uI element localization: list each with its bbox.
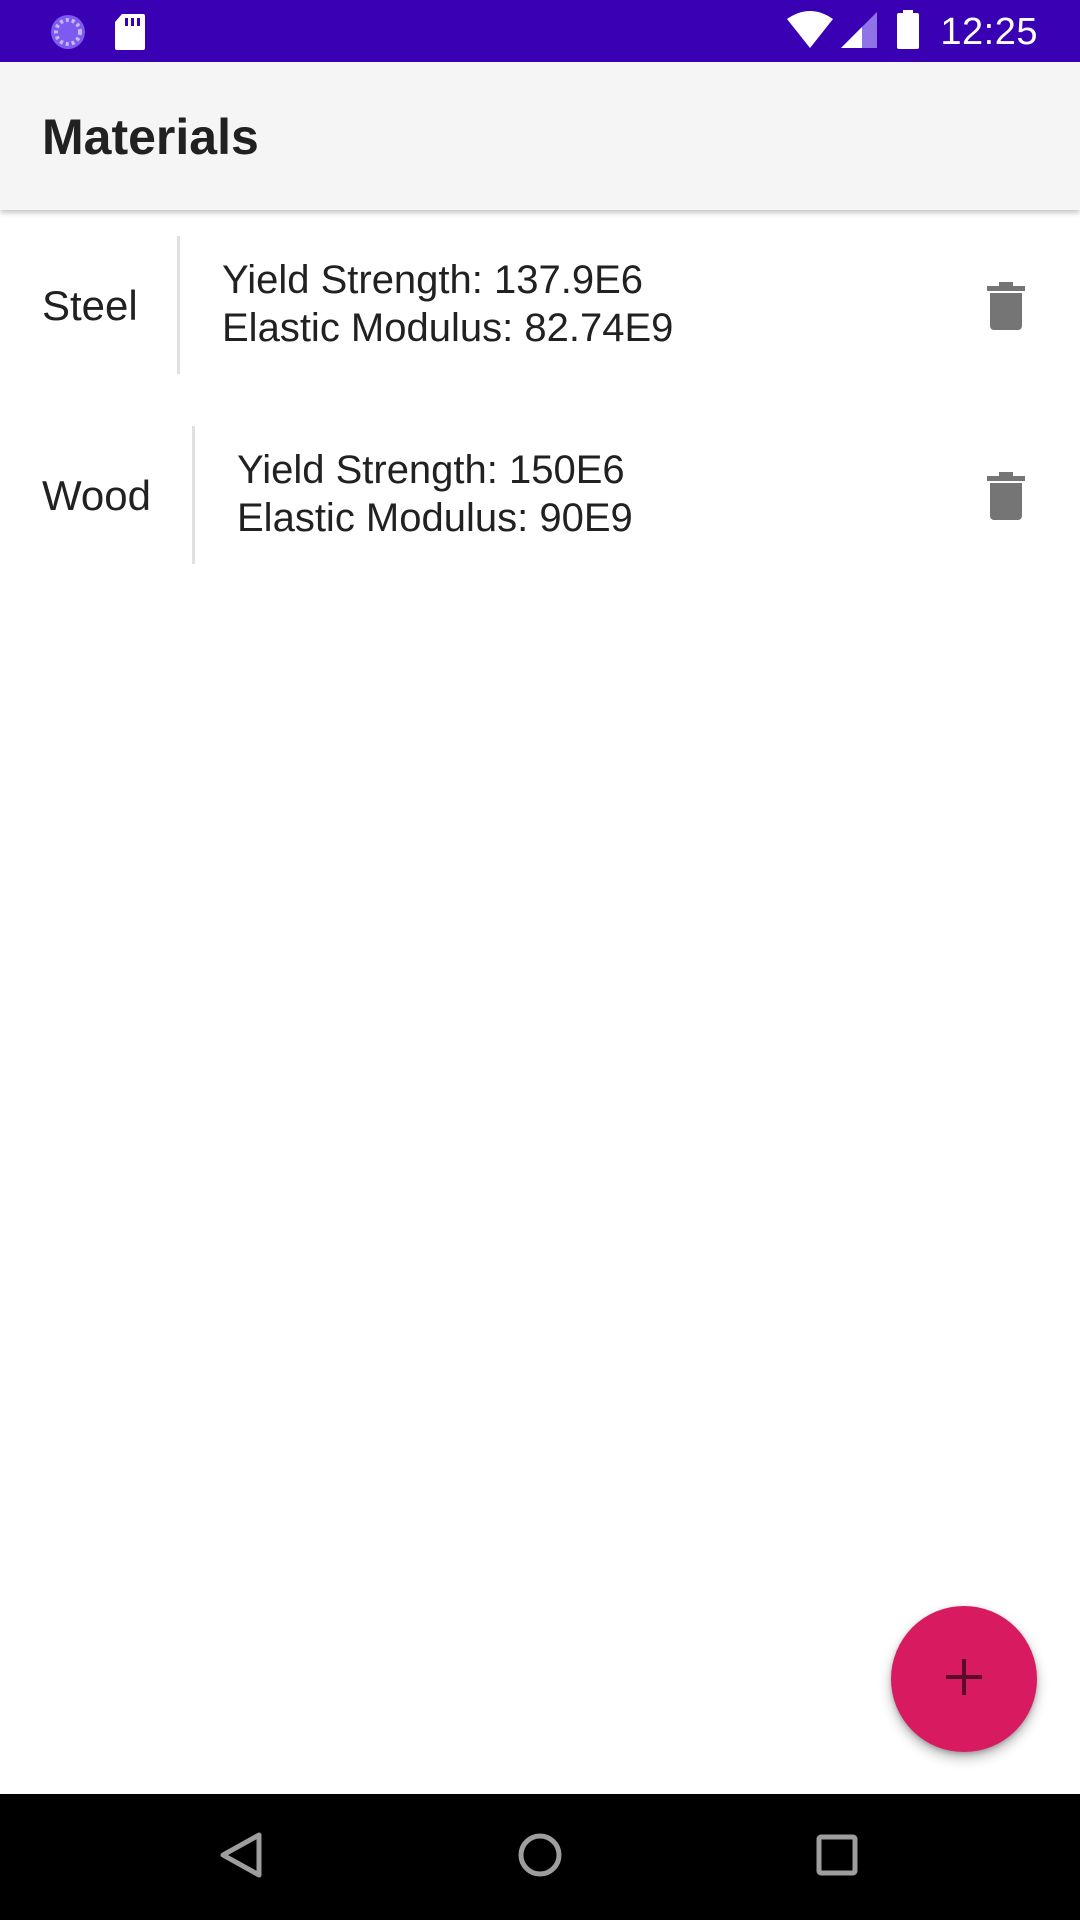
- add-material-button[interactable]: [891, 1606, 1037, 1752]
- plus-icon: [944, 1657, 984, 1702]
- page-title: Materials: [42, 109, 259, 165]
- back-icon: [219, 1831, 263, 1884]
- battery-icon: [896, 10, 920, 55]
- list-item[interactable]: Wood Yield Strength: 150E6 Elastic Modul…: [0, 400, 1080, 590]
- elastic-modulus: Elastic Modulus: 90E9: [237, 496, 633, 540]
- materials-list: Steel Yield Strength: 137.9E6 Elastic Mo…: [0, 210, 1080, 590]
- trash-icon: [987, 281, 1025, 335]
- status-right-icons: 12:25: [786, 10, 1038, 55]
- navigation-bar: [0, 1794, 1080, 1920]
- row-divider: [177, 236, 180, 374]
- material-name: Wood: [42, 472, 151, 519]
- home-button[interactable]: [507, 1824, 573, 1890]
- material-name: Steel: [42, 282, 138, 329]
- delete-button[interactable]: [980, 278, 1032, 338]
- wifi-icon: [786, 11, 834, 54]
- yield-strength: Yield Strength: 150E6: [237, 448, 625, 492]
- status-left-icons: [48, 12, 146, 57]
- recents-icon: [816, 1834, 858, 1881]
- delete-button[interactable]: [980, 468, 1032, 528]
- sd-card-icon: [114, 13, 146, 56]
- yield-strength: Yield Strength: 137.9E6: [222, 258, 644, 302]
- screen: 12:25 Materials Steel Yield Strength: 13…: [0, 0, 1080, 1920]
- back-button[interactable]: [208, 1824, 274, 1890]
- status-bar: 12:25: [0, 0, 1080, 62]
- row-divider: [192, 426, 195, 564]
- loading-icon: [48, 12, 88, 57]
- material-properties: Yield Strength: 150E6 Elastic Modulus: 9…: [237, 446, 633, 542]
- elastic-modulus: Elastic Modulus: 82.74E9: [222, 306, 674, 350]
- status-time: 12:25: [940, 11, 1038, 53]
- trash-icon: [987, 471, 1025, 525]
- home-icon: [517, 1832, 563, 1883]
- app-bar: Materials: [0, 62, 1080, 210]
- list-item[interactable]: Steel Yield Strength: 137.9E6 Elastic Mo…: [0, 210, 1080, 400]
- recents-button[interactable]: [804, 1824, 870, 1890]
- signal-icon: [840, 11, 878, 54]
- material-properties: Yield Strength: 137.9E6 Elastic Modulus:…: [222, 256, 673, 352]
